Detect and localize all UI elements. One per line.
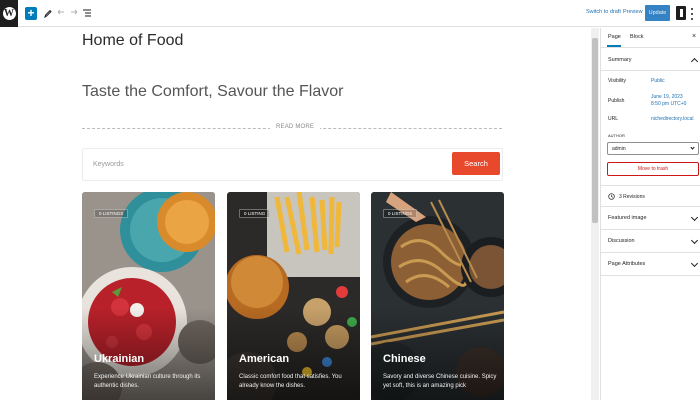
panel-featured-image[interactable]: Featured image <box>608 215 647 221</box>
editor-canvas: Home of Food Taste the Comfort, Savour t… <box>0 28 590 400</box>
site-tagline[interactable]: Taste the Comfort, Savour the Flavor <box>82 83 343 101</box>
close-icon[interactable]: × <box>692 33 696 40</box>
settings-sidebar: Page Block × Summary Visibility Public P… <box>600 28 700 400</box>
publish-date: June 19, 2023 <box>651 94 683 100</box>
sidebar-tabs: Page Block × <box>601 28 700 48</box>
divider <box>601 206 700 207</box>
category-card-chinese[interactable]: 0 LISTINGS Chinese Savory and diverse Ch… <box>371 192 504 400</box>
history-icon <box>608 193 615 200</box>
divider <box>601 252 700 253</box>
tab-page[interactable]: Page <box>607 34 621 47</box>
editor-toolbar: W + Switch to draft Preview Update <box>0 0 700 27</box>
chevron-down-icon <box>690 145 695 150</box>
card-description: Savory and diverse Chinese cuisine. Spic… <box>383 374 497 389</box>
divider <box>601 185 700 186</box>
chevron-up-icon[interactable] <box>690 57 699 66</box>
divider <box>601 70 700 71</box>
search-input[interactable]: Keywords <box>93 161 124 168</box>
add-block-button[interactable]: + <box>25 7 37 20</box>
move-to-trash-button[interactable]: Move to trash <box>607 162 699 176</box>
chevron-down-icon[interactable] <box>690 259 699 268</box>
scrollbar-thumb[interactable] <box>592 38 598 223</box>
more-icon[interactable] <box>691 8 694 20</box>
panel-discussion[interactable]: Discussion <box>608 238 635 244</box>
chevron-down-icon[interactable] <box>690 236 699 245</box>
card-title[interactable]: Chinese <box>383 353 426 365</box>
settings-icon[interactable] <box>676 6 686 20</box>
tab-block[interactable]: Block <box>630 34 643 40</box>
author-select[interactable]: admin <box>607 142 699 155</box>
author-label: AUTHOR <box>608 133 625 138</box>
panel-page-attributes[interactable]: Page Attributes <box>608 261 645 267</box>
wordpress-logo-glyph: W <box>2 7 16 20</box>
category-card-ukrainian[interactable]: 0 LISTINGS Ukrainian Experience Ukrainia… <box>82 192 215 400</box>
revisions-link[interactable]: 3 Revisions <box>608 193 645 200</box>
card-description: Classic comfort food that satisfies. You… <box>239 374 342 389</box>
list-view-icon[interactable] <box>82 6 92 20</box>
card-overlay <box>82 192 215 400</box>
site-title[interactable]: Home of Food <box>82 32 183 50</box>
publish-label: Publish <box>608 98 625 104</box>
pencil-icon[interactable] <box>43 6 53 20</box>
visibility-value[interactable]: Public <box>651 78 665 85</box>
undo-icon[interactable] <box>56 6 66 20</box>
visibility-label: Visibility <box>608 78 626 84</box>
search-button[interactable]: Search <box>452 152 500 175</box>
redo-icon[interactable] <box>69 6 79 20</box>
card-overlay <box>371 192 504 400</box>
publish-date-value[interactable]: June 19, 2023 8:50 pm UTC+0 <box>651 94 686 108</box>
divider <box>601 275 700 276</box>
search-form: Keywords <box>82 148 503 181</box>
card-title[interactable]: Ukrainian <box>94 353 144 365</box>
card-title[interactable]: American <box>239 353 289 365</box>
wordpress-logo-icon[interactable]: W <box>0 0 18 27</box>
url-label: URL <box>608 116 619 122</box>
card-overlay <box>227 192 360 400</box>
listing-count-badge: 0 LISTINGS <box>383 209 418 218</box>
author-value: admin <box>612 146 626 152</box>
chevron-down-icon[interactable] <box>690 213 699 222</box>
editor-scrollbar[interactable] <box>591 28 599 400</box>
publish-time: 8:50 pm UTC+0 <box>651 101 687 107</box>
card-description: Experience Ukrainian culture through its… <box>94 374 201 389</box>
summary-panel-title[interactable]: Summary <box>608 57 632 63</box>
divider <box>601 229 700 230</box>
update-button[interactable]: Update <box>645 5 670 21</box>
category-card-american[interactable]: 0 LISTING American Classic comfort food … <box>227 192 360 400</box>
listing-count-badge: 0 LISTINGS <box>94 209 129 218</box>
switch-to-draft-link[interactable]: Switch to draft <box>586 9 621 15</box>
listing-count-badge: 0 LISTING <box>239 209 271 218</box>
revisions-label: 3 Revisions <box>619 193 645 200</box>
url-value[interactable]: nichedirectory.local <box>651 116 693 123</box>
preview-link[interactable]: Preview <box>623 9 643 15</box>
read-more-link[interactable]: READ MORE <box>270 124 321 130</box>
